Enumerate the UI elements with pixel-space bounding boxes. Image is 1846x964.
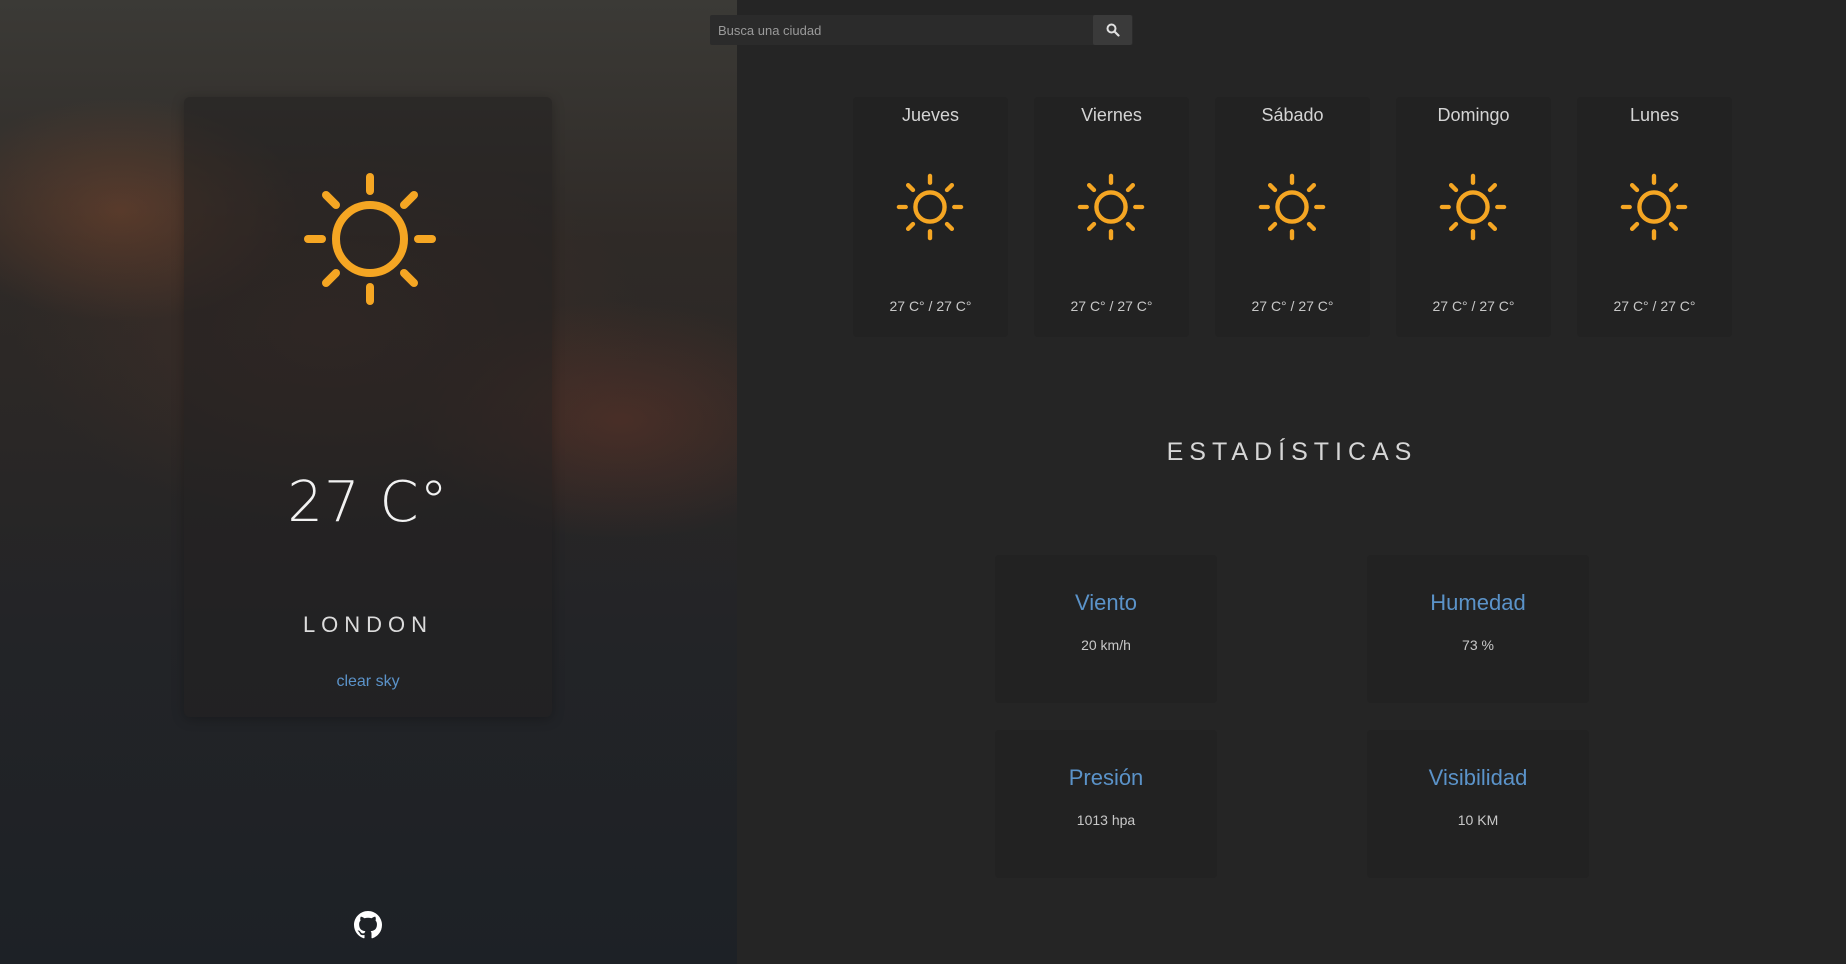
sun-icon bbox=[1620, 173, 1688, 241]
stat-card-humidity: Humedad 73 % bbox=[1367, 555, 1589, 703]
github-icon[interactable] bbox=[354, 911, 382, 939]
forecast-day: Lunes bbox=[1629, 105, 1680, 125]
weather-condition: clear sky bbox=[336, 673, 400, 690]
stat-label: Humedad bbox=[1430, 590, 1526, 615]
forecast-card-sabado: Sábado 27 C° / 27 C° bbox=[1215, 97, 1370, 337]
forecast-day: Jueves bbox=[901, 105, 960, 125]
search-bar bbox=[710, 15, 1133, 45]
forecast-temp: 27 C° / 27 C° bbox=[1432, 298, 1515, 314]
forecast-day: Domingo bbox=[1437, 105, 1510, 125]
sun-icon bbox=[896, 173, 964, 241]
forecast-card-viernes: Viernes 27 C° / 27 C° bbox=[1034, 97, 1189, 337]
forecast-day: Viernes bbox=[1081, 105, 1142, 125]
search-icon bbox=[1106, 23, 1120, 37]
stat-value: 1013 hpa bbox=[1076, 812, 1136, 828]
stat-value: 73 % bbox=[1462, 637, 1494, 653]
stat-value: 10 KM bbox=[1457, 812, 1499, 828]
search-input[interactable] bbox=[710, 15, 1133, 45]
stat-card-pressure: Presión 1013 hpa bbox=[995, 730, 1217, 878]
stat-label: Visibilidad bbox=[1428, 765, 1528, 790]
forecast-temp: 27 C° / 27 C° bbox=[1070, 298, 1153, 314]
stat-card-visibility: Visibilidad 10 KM bbox=[1367, 730, 1589, 878]
sun-icon bbox=[1077, 173, 1145, 241]
forecast-temp: 27 C° / 27 C° bbox=[1251, 298, 1334, 314]
sun-icon bbox=[1439, 173, 1507, 241]
stats-title: ESTADÍSTICAS bbox=[1166, 438, 1418, 466]
stat-card-wind: Viento 20 km/h bbox=[995, 555, 1217, 703]
stat-value: 20 km/h bbox=[1081, 637, 1131, 653]
forecast-temp: 27 C° / 27 C° bbox=[889, 298, 972, 314]
search-button[interactable] bbox=[1093, 15, 1132, 45]
stat-label: Presión bbox=[1068, 765, 1144, 790]
forecast-day: Sábado bbox=[1261, 105, 1324, 125]
forecast-temp: 27 C° / 27 C° bbox=[1613, 298, 1696, 314]
sun-icon bbox=[304, 173, 436, 305]
city-name: LONDON bbox=[302, 612, 434, 637]
forecast-card-jueves: Jueves 27 C° / 27 C° bbox=[853, 97, 1008, 337]
forecast-card-domingo: Domingo 27 C° / 27 C° bbox=[1396, 97, 1551, 337]
forecast-card-lunes: Lunes 27 C° / 27 C° bbox=[1577, 97, 1732, 337]
current-temperature: 27 C° bbox=[287, 470, 449, 535]
sun-icon bbox=[1258, 173, 1326, 241]
stat-label: Viento bbox=[1075, 590, 1137, 615]
